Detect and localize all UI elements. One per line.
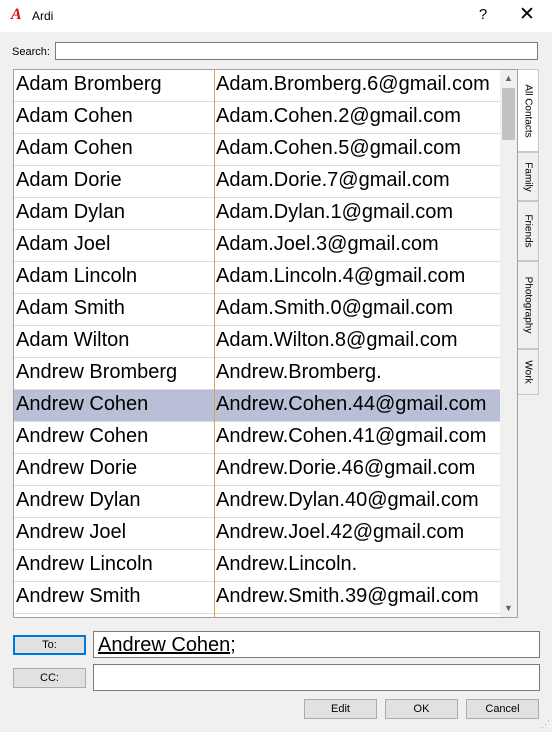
contact-email: Adam.Smith.0@gmail.com — [216, 297, 454, 319]
ok-button[interactable]: OK — [385, 699, 458, 719]
table-row[interactable]: Andrew Bromberg Andrew.Bromberg. — [14, 358, 500, 390]
contact-email: Adam.Dylan.1@gmail.com — [216, 201, 454, 223]
contact-email: Andrew.Smith.39@gmail.com — [216, 585, 479, 607]
contact-name: Andrew Joel — [16, 521, 127, 543]
contact-name: Andrew Lincoln — [16, 553, 153, 575]
contact-email: Adam.Bromberg.6@gmail.com — [216, 73, 490, 95]
tab-label: Family — [522, 161, 534, 192]
tab-work[interactable]: Work — [518, 349, 539, 395]
contact-email: Adam.Cohen.2@gmail.com — [216, 105, 461, 127]
table-row[interactable]: Andrew Dylan Andrew.Dylan.40@gmail.com — [14, 486, 500, 518]
help-button[interactable]: ? — [468, 4, 498, 26]
app-logo-icon: A — [11, 6, 22, 23]
contacts-list[interactable]: Adam Bromberg Adam.Bromberg.6@gmail.com Ad… — [13, 69, 518, 618]
cancel-button[interactable]: Cancel — [466, 699, 539, 719]
scroll-thumb[interactable] — [502, 88, 515, 140]
scroll-up-icon[interactable]: ▲ — [500, 70, 517, 87]
contact-email: Andrew.Dorie.46@gmail.com — [216, 457, 476, 479]
table-row[interactable]: Adam Joel Adam.Joel.3@gmail.com — [14, 230, 500, 262]
search-input[interactable] — [55, 42, 538, 60]
table-row[interactable]: Adam Lincoln Adam.Lincoln.4@gmail.com — [14, 262, 500, 294]
table-row[interactable]: Andrew Cohen Andrew.Cohen.41@gmail.com — [14, 422, 500, 454]
tab-all-contacts[interactable]: All Contacts — [518, 69, 539, 152]
table-row[interactable]: Adam Wilton Adam.Wilton.8@gmail.com — [14, 326, 500, 358]
contact-name: Adam Bromberg — [16, 73, 162, 95]
resize-grip-icon[interactable]: ⋰ — [541, 719, 550, 730]
contact-email: Andrew.Joel.42@gmail.com — [216, 521, 465, 543]
to-field[interactable]: Andrew Cohen; — [93, 631, 540, 658]
table-row[interactable]: Adam Cohen Adam.Cohen.2@gmail.com — [14, 102, 500, 134]
tab-label: Photography — [522, 276, 534, 334]
contact-email: Adam.Cohen.5@gmail.com — [216, 137, 461, 159]
contact-name: Andrew Cohen — [16, 393, 149, 415]
tab-label: Friends — [522, 214, 534, 248]
contact-name: Adam Cohen — [16, 105, 133, 127]
vertical-scrollbar[interactable]: ▲ ▼ — [500, 70, 517, 617]
contact-email: Adam.Wilton.8@gmail.com — [216, 329, 458, 351]
contact-email: Andrew.Cohen.41@gmail.com — [216, 425, 487, 447]
contact-email: Adam.Dorie.7@gmail.com — [216, 169, 450, 191]
table-row[interactable]: Andrew Lincoln Andrew.Lincoln. — [14, 550, 500, 582]
contact-name: Adam Lincoln — [16, 265, 138, 287]
contact-email: Adam.Lincoln.4@gmail.com — [216, 265, 466, 287]
cc-button[interactable]: CC: — [13, 668, 86, 688]
contact-email: Adam.Joel.3@gmail.com — [216, 233, 439, 255]
tab-label: All Contacts — [522, 83, 534, 138]
tab-family[interactable]: Family — [518, 152, 539, 201]
table-row[interactable]: Andrew Cohen Andrew.Cohen.44@gmail.com — [14, 390, 500, 422]
table-row[interactable]: Andrew Joel Andrew.Joel.42@gmail.com — [14, 518, 500, 550]
contact-name: Andrew Cohen — [16, 425, 149, 447]
tab-label: Work — [522, 360, 534, 384]
contact-name: Adam Smith — [16, 297, 125, 319]
table-row[interactable]: Adam Dorie Adam.Dorie.7@gmail.com — [14, 166, 500, 198]
close-button[interactable]: ✕ — [512, 4, 542, 26]
table-row[interactable]: Adam Smith Adam.Smith.0@gmail.com — [14, 294, 500, 326]
contact-name: Andrew Bromberg — [16, 361, 178, 383]
contact-email: Andrew.Cohen.44@gmail.com — [216, 393, 487, 415]
table-row[interactable]: Adam Cohen Adam.Cohen.5@gmail.com — [14, 134, 500, 166]
contact-email: Andrew.Dylan.40@gmail.com — [216, 489, 479, 511]
table-row[interactable]: Adam Bromberg Adam.Bromberg.6@gmail.com — [14, 70, 500, 102]
contact-name: Andrew Smith — [16, 585, 141, 607]
title-bar: A Ardi ? ✕ — [0, 0, 552, 32]
table-row[interactable]: Andrew Dorie Andrew.Dorie.46@gmail.com — [14, 454, 500, 486]
contact-name: Adam Dorie — [16, 169, 122, 191]
tab-friends[interactable]: Friends — [518, 201, 539, 261]
contact-name: Adam Cohen — [16, 137, 133, 159]
scroll-down-icon[interactable]: ▼ — [500, 600, 517, 617]
column-separator[interactable] — [214, 70, 215, 617]
search-label: Search: — [12, 46, 50, 58]
contact-name: Adam Dylan — [16, 201, 125, 223]
contact-name: Andrew Dylan — [16, 489, 141, 511]
cc-field[interactable] — [93, 664, 540, 691]
table-row[interactable]: Adam Dylan Adam.Dylan.1@gmail.com — [14, 198, 500, 230]
contact-email: Andrew.Bromberg. — [216, 361, 382, 383]
tab-photography[interactable]: Photography — [518, 261, 539, 349]
contact-email: Andrew.Lincoln. — [216, 553, 358, 575]
contact-name: Adam Joel — [16, 233, 111, 255]
window-title: Ardi — [32, 9, 54, 23]
edit-button[interactable]: Edit — [304, 699, 377, 719]
to-recipient[interactable]: Andrew Cohen; — [98, 634, 236, 657]
table-row[interactable]: Andrew Smith Andrew.Smith.39@gmail.com — [14, 582, 500, 614]
contact-name: Andrew Dorie — [16, 457, 138, 479]
contact-name: Adam Wilton — [16, 329, 130, 351]
to-button[interactable]: To: — [13, 635, 86, 655]
